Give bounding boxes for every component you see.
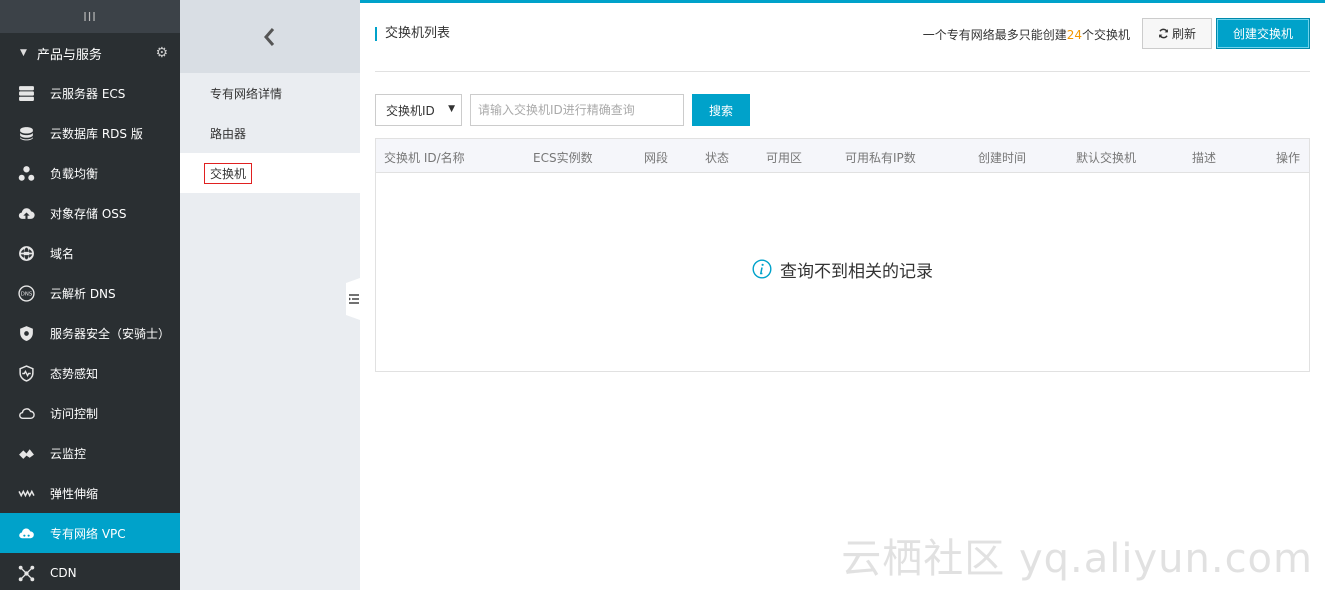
sidebar-item-label: CDN (50, 566, 77, 580)
sidebar-item-auto-scaling[interactable]: 弹性伸缩 (0, 473, 180, 513)
subnav-item-vpc-details[interactable]: 专有网络详情 (180, 73, 360, 113)
cloud-outline-icon (16, 403, 36, 423)
column-header[interactable]: 可用区 (766, 149, 802, 166)
search-row: 交换机ID ▼ 搜索 (375, 94, 1310, 126)
subnav-item-label: 专有网络详情 (210, 86, 283, 101)
create-vswitch-button[interactable]: 创建交换机 (1216, 18, 1310, 49)
search-input[interactable] (470, 94, 684, 126)
cloud-upload-icon (16, 203, 36, 223)
watermark: 云栖社区 yq.aliyun.com (841, 536, 1313, 582)
refresh-label: 刷新 (1171, 27, 1196, 41)
column-header[interactable]: 创建时间 (978, 149, 1026, 166)
sidebar-item-oss[interactable]: 对象存储 OSS (0, 193, 180, 233)
limit-number: 24 (1066, 28, 1082, 42)
sidebar-item-label: 服务器安全（安骑士） (50, 326, 171, 341)
sidebar-item-domain[interactable]: 域名 (0, 233, 180, 273)
secondary-nav: 专有网络详情 路由器 交换机 (180, 0, 360, 590)
dns-icon: DNS (16, 283, 36, 303)
sidebar-item-cdn[interactable]: CDN (0, 553, 180, 590)
sidebar-item-label: 弹性伸缩 (50, 486, 99, 501)
collapse-nav-toggle[interactable] (346, 278, 360, 320)
sidebar-item-label: 对象存储 OSS (50, 206, 127, 221)
column-header[interactable]: ECS实例数 (533, 149, 593, 166)
refresh-button[interactable]: 刷新 (1142, 18, 1212, 49)
sidebar-list: 云服务器 ECS 云数据库 RDS 版 负载均衡 对象存储 OSS 域名 DNS… (0, 73, 180, 590)
vswitch-table: 交换机 ID/名称 ECS实例数 网段 状态 可用区 可用私有IP数 创建时间 … (375, 138, 1310, 372)
shield-icon (16, 323, 36, 343)
empty-message: 查询不到相关的记录 (780, 261, 933, 282)
caret-down-icon: ▼ (448, 104, 455, 114)
sidebar-item-access-control[interactable]: 访问控制 (0, 393, 180, 433)
globe-icon (16, 243, 36, 263)
main-content: 交换机列表 一个专有网络最多只能创建24个交换机 刷新 创建交换机 交换机ID … (375, 0, 1310, 590)
sidebar-section-label: 产品与服务 (36, 47, 102, 63)
cloud-vpc-icon (16, 523, 36, 543)
sidebar-item-dns[interactable]: DNS 云解析 DNS (0, 273, 180, 313)
sidebar-item-cloud-monitor[interactable]: 云监控 (0, 433, 180, 473)
page-title: 交换机列表 (375, 27, 450, 41)
sidebar-item-rds[interactable]: 云数据库 RDS 版 (0, 113, 180, 153)
collapse-menu-icon (349, 294, 359, 304)
sidebar-item-vpc[interactable]: 专有网络 VPC (0, 513, 180, 553)
sidebar: III ▼ 产品与服务 ⚙ 云服务器 ECS 云数据库 RDS 版 负载均衡 对… (0, 0, 180, 590)
database-icon (16, 123, 36, 143)
subnav-item-router[interactable]: 路由器 (180, 113, 360, 153)
load-balancer-icon (16, 163, 36, 183)
sidebar-item-label: 云解析 DNS (50, 286, 116, 301)
empty-state-content: 查询不到相关的记录 (752, 257, 933, 282)
column-header[interactable]: 操作 (1276, 149, 1300, 166)
back-button[interactable] (180, 0, 360, 73)
sidebar-item-label: 专有网络 VPC (50, 526, 126, 541)
caret-down-icon: ▼ (20, 48, 27, 58)
secondary-nav-list: 专有网络详情 路由器 交换机 (180, 73, 360, 193)
sidebar-item-label: 域名 (50, 246, 75, 261)
scaling-icon (16, 483, 36, 503)
subnav-item-label: 路由器 (210, 126, 247, 141)
column-header[interactable]: 默认交换机 (1076, 149, 1136, 166)
sidebar-item-label: 态势感知 (50, 366, 99, 381)
sidebar-item-label: 负载均衡 (50, 166, 99, 181)
subnav-item-label: 交换机 (204, 162, 253, 184)
select-value: 交换机ID (386, 103, 435, 118)
svg-text:DNS: DNS (20, 291, 32, 297)
search-button[interactable]: 搜索 (692, 94, 750, 126)
empty-state: 查询不到相关的记录 (376, 173, 1309, 371)
vswitch-limit-notice: 一个专有网络最多只能创建24个交换机 (923, 26, 1130, 43)
cdn-icon (16, 563, 36, 583)
sidebar-item-label: 云监控 (50, 446, 87, 461)
server-icon (16, 83, 36, 103)
sidebar-item-label: 访问控制 (50, 406, 99, 421)
info-icon (752, 259, 772, 279)
search-label: 搜索 (708, 103, 733, 118)
shield-pulse-icon (16, 363, 36, 383)
chevron-left-icon (264, 27, 275, 46)
sidebar-section-header[interactable]: ▼ 产品与服务 ⚙ (0, 33, 180, 73)
main-header: 交换机列表 一个专有网络最多只能创建24个交换机 刷新 创建交换机 (375, 17, 1310, 72)
column-header[interactable]: 可用私有IP数 (845, 149, 916, 166)
sidebar-item-label: 云数据库 RDS 版 (50, 126, 143, 141)
column-header[interactable]: 描述 (1192, 149, 1216, 166)
search-field-select[interactable]: 交换机ID ▼ (375, 94, 462, 126)
create-label: 创建交换机 (1232, 27, 1293, 41)
limit-suffix: 个交换机 (1081, 28, 1130, 42)
sidebar-item-situation-awareness[interactable]: 态势感知 (0, 353, 180, 393)
gear-icon[interactable]: ⚙ (155, 45, 168, 61)
subnav-item-vswitch[interactable]: 交换机 (180, 153, 360, 193)
sidebar-item-label: 云服务器 ECS (50, 86, 126, 101)
limit-prefix: 一个专有网络最多只能创建 (922, 28, 1067, 42)
column-header[interactable]: 状态 (705, 149, 729, 166)
column-header[interactable]: 交换机 ID/名称 (384, 149, 465, 166)
column-header[interactable]: 网段 (644, 149, 668, 166)
sidebar-item-slb[interactable]: 负载均衡 (0, 153, 180, 193)
monitor-icon (16, 443, 36, 463)
sidebar-handle-icon: III (83, 9, 97, 24)
sidebar-item-ecs[interactable]: 云服务器 ECS (0, 73, 180, 113)
table-header: 交换机 ID/名称 ECS实例数 网段 状态 可用区 可用私有IP数 创建时间 … (376, 139, 1309, 173)
sidebar-toggle[interactable]: III (0, 0, 180, 33)
refresh-icon (1159, 28, 1168, 39)
sidebar-item-server-security[interactable]: 服务器安全（安骑士） (0, 313, 180, 353)
